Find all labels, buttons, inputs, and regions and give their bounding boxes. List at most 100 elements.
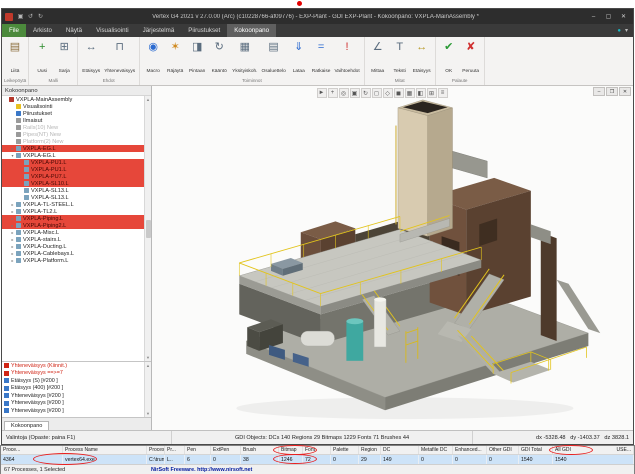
tab-kokoonpano[interactable]: Kokoonpano [4,421,49,430]
ribbon-button[interactable]: ✶ Räjäytä [164,38,186,77]
tree-item[interactable]: Rails(10) New [2,124,144,131]
ribbon-tab[interactable]: Näytä [59,24,89,37]
tree-item[interactable]: Piirustukset [2,110,144,117]
ribbon-button[interactable]: ▤ Osaluettelo [260,38,288,77]
ribbon-button[interactable]: T Teksti [389,38,411,77]
tree-item[interactable]: VXPLA-SL13.L [2,187,144,194]
ribbon-collapse-icon[interactable]: ▾ [625,28,628,34]
expand-arrow-icon[interactable]: ▸ [10,230,15,235]
expand-arrow-icon[interactable]: ▸ [10,258,15,263]
tree-item[interactable]: Pipes(NT) New [2,131,144,138]
tree-item[interactable]: ▸ VXPLA-Cablebays.L [2,250,144,257]
expand-arrow-icon[interactable]: ▸ [10,251,15,256]
gdi-column-header[interactable]: Process Name [63,446,147,454]
ribbon-tab[interactable]: File [2,24,26,37]
tree-item[interactable]: VXPLA-MainAssembly [2,96,144,103]
gdi-cell[interactable]: 72 [303,455,331,464]
gdi-column-header[interactable]: Font [303,446,331,454]
gdi-column-header[interactable]: GDI Total [519,446,553,454]
tree-item[interactable]: VXPLA-SL10.L [2,180,144,187]
tree-item[interactable]: Ilmaisut [2,117,144,124]
iso-view-icon[interactable]: ◇ [383,88,393,98]
viewport[interactable]: ►+◎▣↻◻◇◼▦◧⊞≡ ‒❐✕ [152,86,633,430]
ribbon-button[interactable]: ◉ Macro [142,38,164,77]
ribbon-tab[interactable]: Kokoonpano [227,24,276,37]
maximize-button[interactable]: ▢ [601,10,616,23]
expand-arrow-icon[interactable]: ▸ [10,223,15,228]
tree-item[interactable]: ▸ VXPLA-Piping2.L [2,222,144,229]
tree-item[interactable]: Visualisointi [2,103,144,110]
ribbon-button[interactable]: ✘ Peruuta [460,38,482,77]
tree-item[interactable]: VXPLA-PU7.L [2,173,144,180]
gdi-cell[interactable]: 29 [359,455,381,464]
tree-item[interactable]: ▸ VXPLA-Piping.L [2,215,144,222]
select-tool-icon[interactable]: ► [317,88,327,98]
front-view-icon[interactable]: ◻ [372,88,382,98]
ribbon-button[interactable]: ∠ Mittaa [367,38,389,77]
scroll-down-icon[interactable]: ▼ [146,411,150,416]
expand-arrow-icon[interactable]: ▸ [10,244,15,249]
gdi-cell[interactable]: 6 [185,455,211,464]
gdi-cell[interactable]: 0 [331,455,359,464]
gdi-cell[interactable]: 1246 [279,455,303,464]
ribbon-tab[interactable]: Arkisto [26,24,59,37]
ribbon-button[interactable]: ⊞ Sarja [53,38,75,77]
gdi-cell[interactable]: 1540 [519,455,553,464]
ribbon-button[interactable]: ✔ OK [438,38,460,77]
gdi-cell[interactable]: 0 [453,455,487,464]
tree-item[interactable]: ▸ VXPLA-Misc.L [2,229,144,236]
viewport-close-button[interactable]: ✕ [619,87,631,96]
tree-item[interactable]: VXPLA-SL13.L [2,194,144,201]
gdi-column-header[interactable]: ExtPen [211,446,241,454]
constraint-item[interactable]: Yhteneväisyys [#200 ] [2,407,144,415]
ribbon-button[interactable]: ⊓ Yhteneväisyys [102,38,137,77]
viewport-minimize-button[interactable]: ‒ [593,87,605,96]
gdi-column-header[interactable]: Enhanced... [453,446,487,454]
ribbon-button[interactable]: ▤ Liitä [4,38,26,77]
gdi-cell[interactable]: 1540 [553,455,629,464]
constraint-item[interactable]: Yhteneväisyys ==>=7 [2,370,144,378]
section-view-icon[interactable]: ◧ [416,88,426,98]
constraint-scrollbar[interactable]: ▲ ▼ [144,362,151,417]
gdi-column-header[interactable]: USE... [615,446,634,454]
constraint-item[interactable]: Yhteneväisyys (Kiinnit.) [2,362,144,370]
expand-arrow-icon[interactable]: ▸ [10,202,15,207]
gdi-column-header[interactable]: Bitmap [279,446,303,454]
gdi-column-header[interactable]: Proce... [1,446,63,454]
ribbon-tab[interactable]: Järjestelmä [136,24,182,37]
tree-item[interactable]: ▸ VXPLA-Platform.L [2,257,144,264]
zoom-tool-icon[interactable]: ◎ [339,88,349,98]
tree-item[interactable]: ▸ VXPLA-EG.L [2,145,144,152]
ribbon-button[interactable]: ↔ Etäisyys [411,38,433,77]
nirsoft-link[interactable]: NirSoft Freeware. http://www.nirsoft.net [151,467,252,473]
ribbon-tab[interactable]: Visualisointi [89,24,136,37]
ribbon-button[interactable]: ↻ Kääntö [208,38,230,77]
gdi-column-header[interactable]: DC [381,446,419,454]
gdi-cell[interactable]: L.. [165,455,185,464]
gdi-cell[interactable]: 0 [211,455,241,464]
constraint-item[interactable]: Yhteneväisyys [#200 ] [2,392,144,400]
grid-toggle-icon[interactable]: ⊞ [427,88,437,98]
gdi-column-header[interactable]: Pr... [165,446,185,454]
constraint-item[interactable]: Etäisyys (S) [#200 ] [2,377,144,385]
zoom-fit-icon[interactable]: ▣ [350,88,360,98]
ribbon-tab[interactable]: Piirustukset [181,24,227,37]
constraint-item[interactable]: Yhteneväisyys [#200 ] [2,400,144,408]
expand-arrow-icon[interactable]: ▸ [10,237,15,242]
undo-icon[interactable]: ↺ [26,13,35,20]
gdiview-selected-row[interactable]: 4364vertex64.exeC:\trunk\vx6b.vght\_GU..… [1,455,634,464]
gdi-column-header[interactable]: Palette [331,446,359,454]
tree-scrollbar[interactable]: ▲ ▼ [144,96,151,361]
gdi-cell[interactable]: C:\trunk\vx6b.vght\_GU... [147,455,165,464]
gdi-column-header[interactable]: Brush [241,446,279,454]
expand-arrow-icon[interactable]: ▸ [10,146,15,151]
shaded-mode-icon[interactable]: ◼ [394,88,404,98]
rotate-view-icon[interactable]: ↻ [361,88,371,98]
tree-item[interactable]: ▸ VXPLA-TL2.L [2,208,144,215]
gdi-column-header[interactable]: Region [359,446,381,454]
constraint-item[interactable]: Etäisyys (400) [#200 ] [2,385,144,393]
gdi-cell[interactable]: vertex64.exe [63,455,147,464]
gdi-cell[interactable]: 4364 [1,455,63,464]
wireframe-mode-icon[interactable]: ▦ [405,88,415,98]
close-button[interactable]: ✕ [616,10,631,23]
